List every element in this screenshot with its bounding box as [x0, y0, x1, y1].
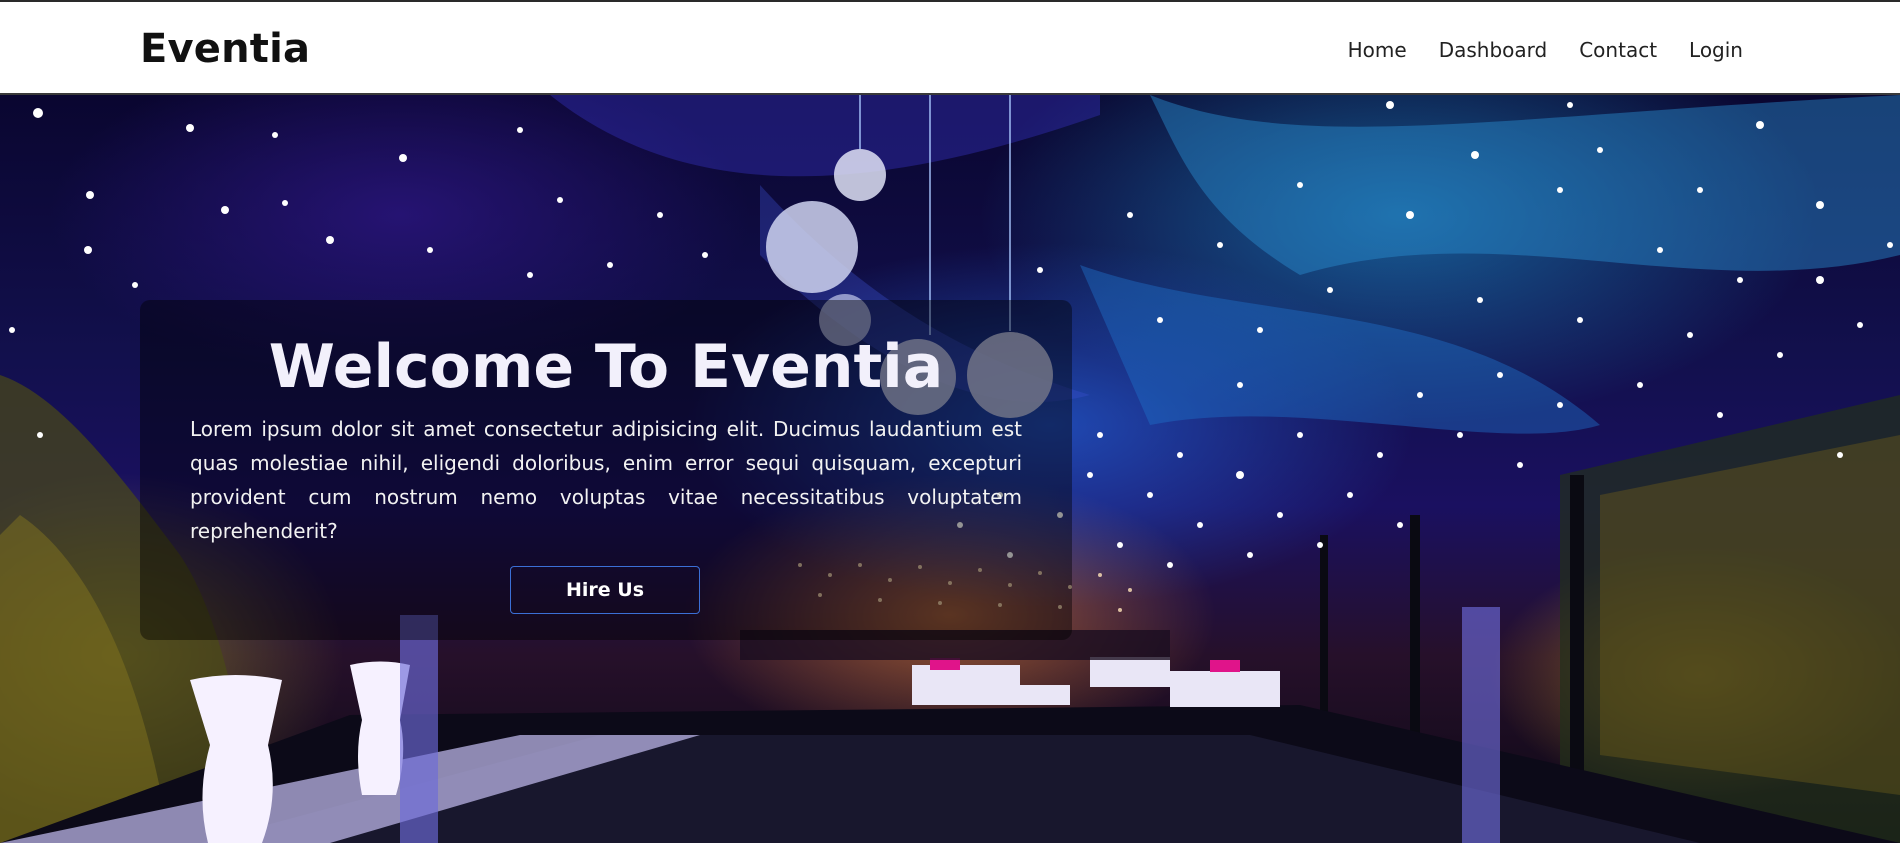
nav-home-link[interactable]: Home — [1348, 38, 1407, 62]
nav-links: Home Dashboard Contact Login — [1348, 38, 1743, 62]
nav-login-link[interactable]: Login — [1689, 38, 1743, 62]
nav-dashboard-link[interactable]: Dashboard — [1439, 38, 1548, 62]
hero-description: Lorem ipsum dolor sit amet consectetur a… — [190, 417, 1022, 543]
navbar: Eventia Home Dashboard Contact Login — [0, 0, 1900, 95]
nav-contact-link[interactable]: Contact — [1579, 38, 1657, 62]
brand-logo[interactable]: Eventia — [140, 26, 310, 72]
hero-title: Welcome To Eventia — [268, 332, 944, 402]
hire-us-button[interactable]: Hire Us — [510, 566, 700, 614]
hero-card: Welcome To Eventia Lorem ipsum dolor sit… — [140, 300, 1072, 640]
hero-section: Welcome To Eventia Lorem ipsum dolor sit… — [0, 95, 1900, 843]
